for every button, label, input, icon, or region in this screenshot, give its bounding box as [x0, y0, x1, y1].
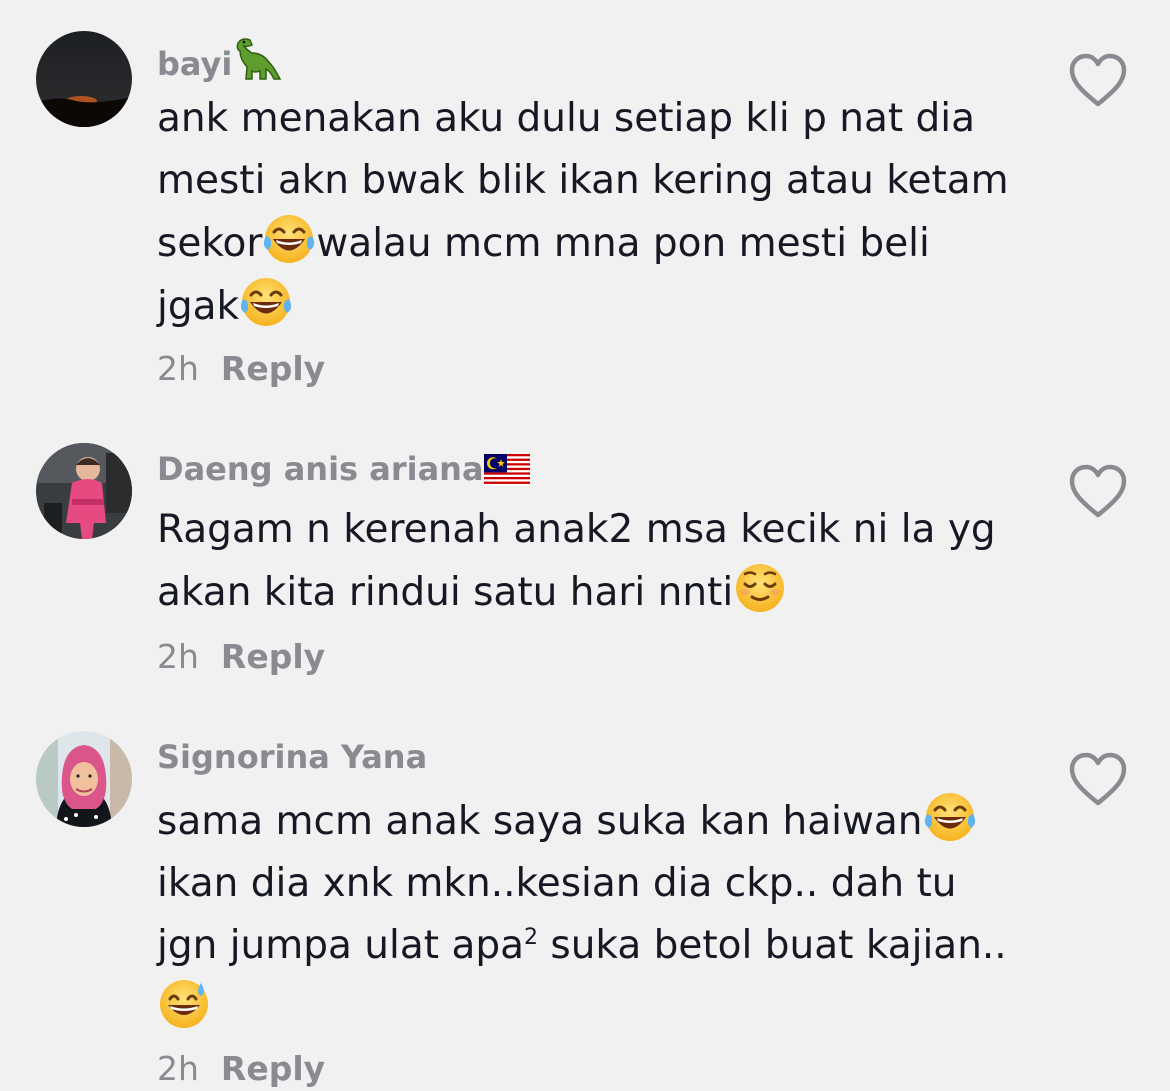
- laughing-tears-emoji-icon: [262, 212, 316, 266]
- username[interactable]: Daeng anis ariana: [157, 449, 530, 495]
- comment-line: ank menakan aku dulu setiap kli p nat di…: [157, 96, 976, 141]
- comment-line: Ragam n kerenah anak2 msa kecik ni la yg: [157, 507, 996, 552]
- comment-meta: 2h Reply: [157, 349, 325, 389]
- comment-line: [157, 977, 1037, 1040]
- like-button[interactable]: [1068, 52, 1128, 108]
- heart-outline-icon: [1068, 463, 1128, 519]
- comment-meta: 2h Reply: [157, 1049, 325, 1089]
- malaysia-flag-emoji-icon: [483, 454, 530, 495]
- comment-text: ank menakan aku dulu setiap kli p nat di…: [157, 88, 1037, 338]
- comment-line: mesti akn bwak blik ikan kering atau ket…: [157, 158, 1009, 203]
- laughing-tears-emoji-icon: [923, 790, 977, 844]
- comment-meta: 2h Reply: [157, 637, 325, 677]
- comment-line: sekor walau mcm mna pon mesti beli: [157, 212, 1037, 275]
- heart-outline-icon: [1068, 52, 1128, 108]
- username[interactable]: Signorina Yana: [157, 737, 427, 777]
- comment-line: jgn jumpa ulat apa2 suka betol buat kaji…: [157, 923, 1007, 968]
- relieved-face-emoji-icon: [733, 561, 787, 615]
- t-rex-emoji-icon: [232, 37, 282, 90]
- reply-button[interactable]: Reply: [221, 349, 325, 388]
- laughing-tears-emoji-icon: [239, 275, 293, 329]
- comment-line: sama mcm anak saya suka kan haiwan: [157, 790, 1037, 853]
- comment-text: sama mcm anak saya suka kan haiwan ikan …: [157, 790, 1037, 1040]
- reply-button[interactable]: Reply: [221, 637, 325, 676]
- avatar[interactable]: [36, 443, 132, 539]
- avatar[interactable]: [36, 31, 132, 127]
- reply-button[interactable]: Reply: [221, 1049, 325, 1088]
- comment-line: akan kita rindui satu hari nnti: [157, 561, 1037, 624]
- comment-line: ikan dia xnk mkn..kesian dia ckp.. dah t…: [157, 861, 957, 906]
- grinning-sweat-emoji-icon: [157, 977, 211, 1031]
- like-button[interactable]: [1068, 463, 1128, 519]
- like-button[interactable]: [1068, 751, 1128, 807]
- timestamp: 2h: [157, 637, 199, 676]
- comment-text: Ragam n kerenah anak2 msa kecik ni la yg…: [157, 499, 1037, 624]
- timestamp: 2h: [157, 349, 199, 388]
- username[interactable]: bayi: [157, 37, 282, 90]
- avatar[interactable]: [36, 731, 132, 827]
- comment-line: jgak: [157, 275, 1037, 338]
- timestamp: 2h: [157, 1049, 199, 1088]
- heart-outline-icon: [1068, 751, 1128, 807]
